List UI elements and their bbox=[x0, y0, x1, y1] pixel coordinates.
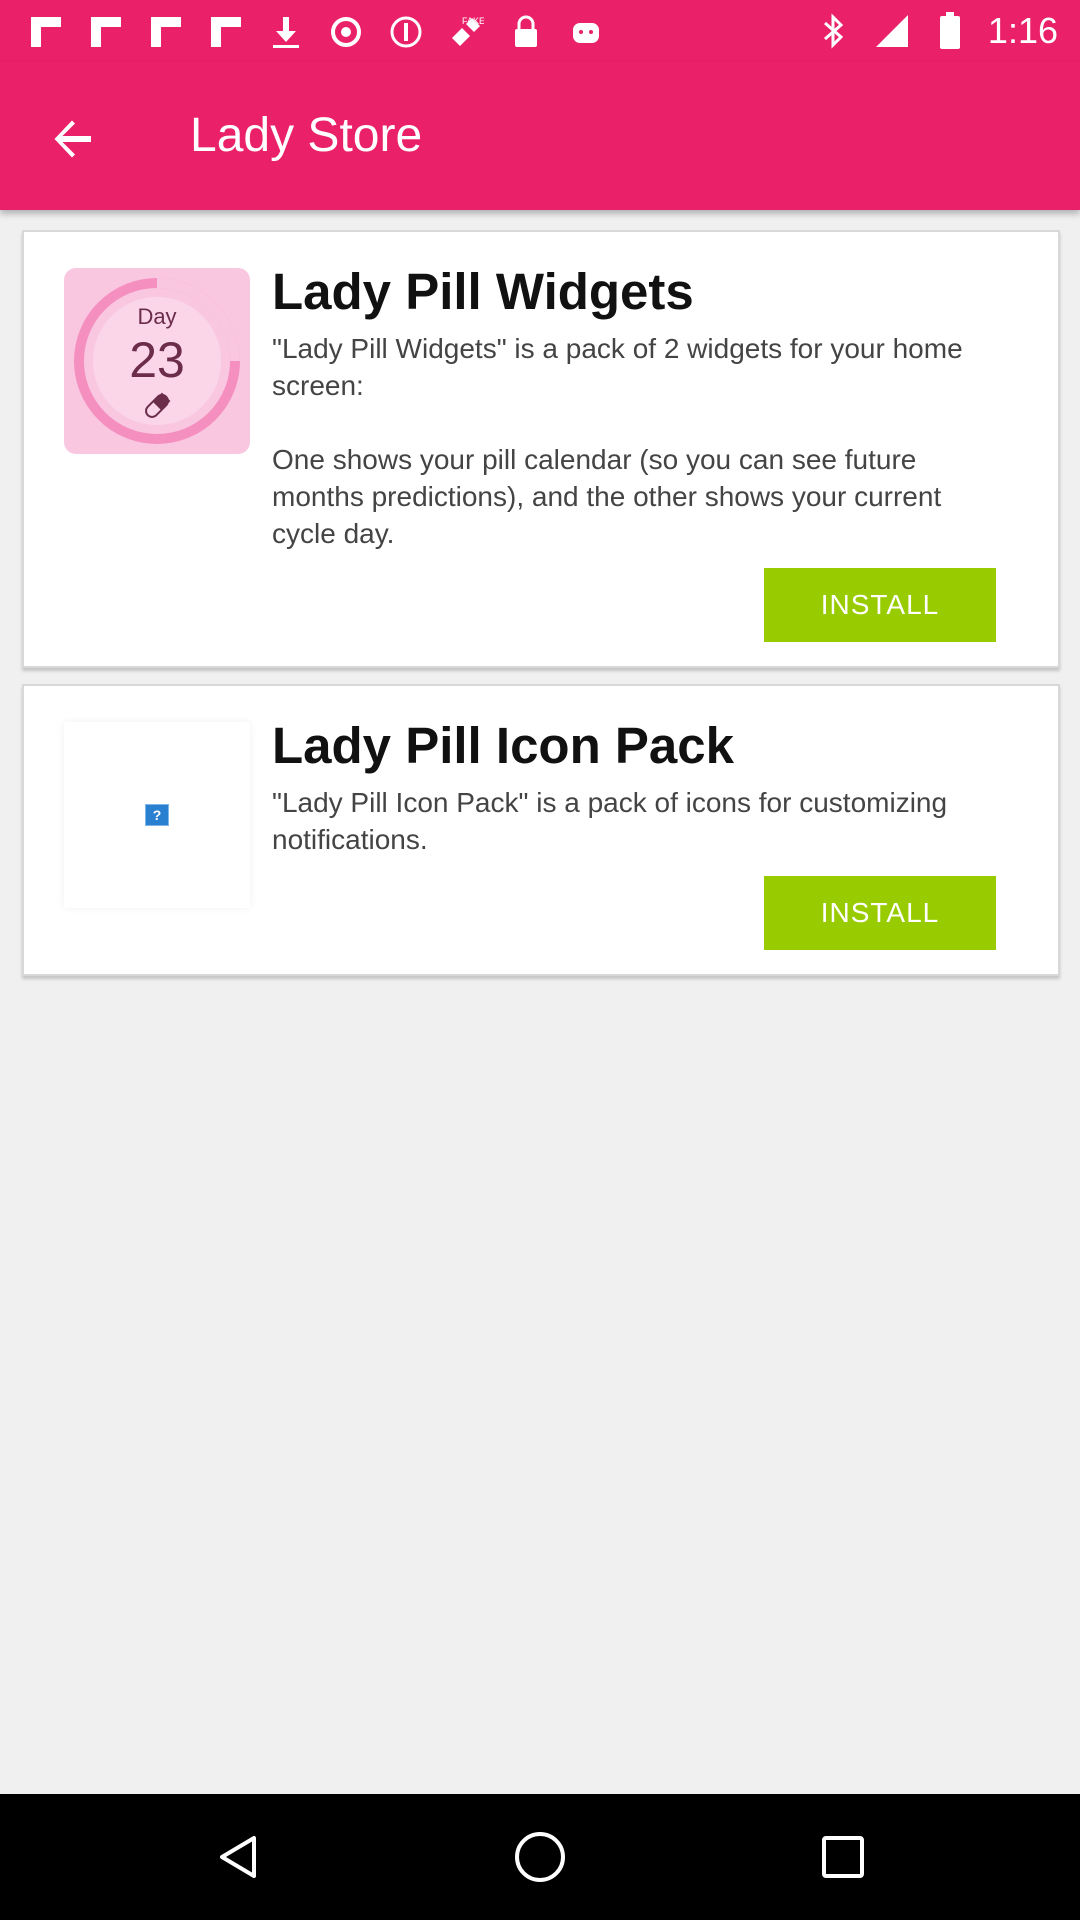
system-nav-bar bbox=[0, 1794, 1080, 1920]
day-counter-icon: Day 23 bbox=[74, 278, 240, 444]
svg-text:FAKE: FAKE bbox=[462, 16, 484, 26]
flipboard-icon bbox=[86, 12, 126, 52]
product-card-icon-pack: ? Lady Pill Icon Pack "Lady Pill Icon Pa… bbox=[22, 684, 1060, 976]
product-card-widgets: Day 23 Lady Pill Widgets "Lady Pill Widg… bbox=[22, 230, 1060, 668]
nav-recents-button[interactable] bbox=[810, 1824, 876, 1890]
nav-recents-icon bbox=[822, 1836, 864, 1878]
bluetooth-icon bbox=[814, 11, 854, 51]
widget-thumbnail: Day 23 bbox=[64, 268, 250, 454]
product-title: Lady Pill Widgets bbox=[272, 263, 694, 320]
arrow-back-icon bbox=[54, 120, 91, 158]
product-description: "Lady Pill Widgets" is a pack of 2 widge… bbox=[272, 333, 963, 549]
nav-home-icon bbox=[515, 1832, 565, 1882]
icon-pack-thumbnail: ? bbox=[64, 722, 250, 908]
day-label: Day bbox=[137, 304, 176, 329]
lock-icon bbox=[506, 12, 546, 52]
day-number: 23 bbox=[129, 332, 185, 388]
status-bar: FAKE 1:16 bbox=[0, 0, 1080, 62]
clock: 1:16 bbox=[987, 10, 1058, 51]
android-icon bbox=[566, 12, 606, 52]
nav-home-button[interactable] bbox=[507, 1824, 573, 1890]
product-title: Lady Pill Icon Pack bbox=[272, 717, 735, 774]
install-button[interactable]: INSTALL bbox=[764, 876, 996, 950]
install-button[interactable]: INSTALL bbox=[764, 568, 996, 642]
record-icon bbox=[326, 12, 366, 52]
signal-icon bbox=[872, 11, 912, 51]
block-icon bbox=[386, 12, 426, 52]
broken-image-icon: ? bbox=[145, 804, 169, 826]
product-description: "Lady Pill Icon Pack" is a pack of icons… bbox=[272, 787, 948, 855]
system-icons: 1:16 bbox=[814, 10, 1058, 52]
nav-back-icon bbox=[220, 1836, 256, 1878]
flipboard-icon bbox=[206, 12, 246, 52]
flipboard-icon bbox=[146, 12, 186, 52]
page-title: Lady Store bbox=[190, 109, 423, 162]
nav-back-button[interactable] bbox=[206, 1824, 272, 1890]
back-button[interactable] bbox=[40, 106, 106, 172]
app-bar: Lady Store bbox=[0, 62, 1080, 210]
download-icon bbox=[266, 12, 306, 52]
battery-icon bbox=[930, 11, 970, 51]
flipboard-icon bbox=[26, 12, 66, 52]
notification-icons: FAKE bbox=[26, 12, 606, 52]
fake-gps-icon: FAKE bbox=[446, 12, 486, 52]
